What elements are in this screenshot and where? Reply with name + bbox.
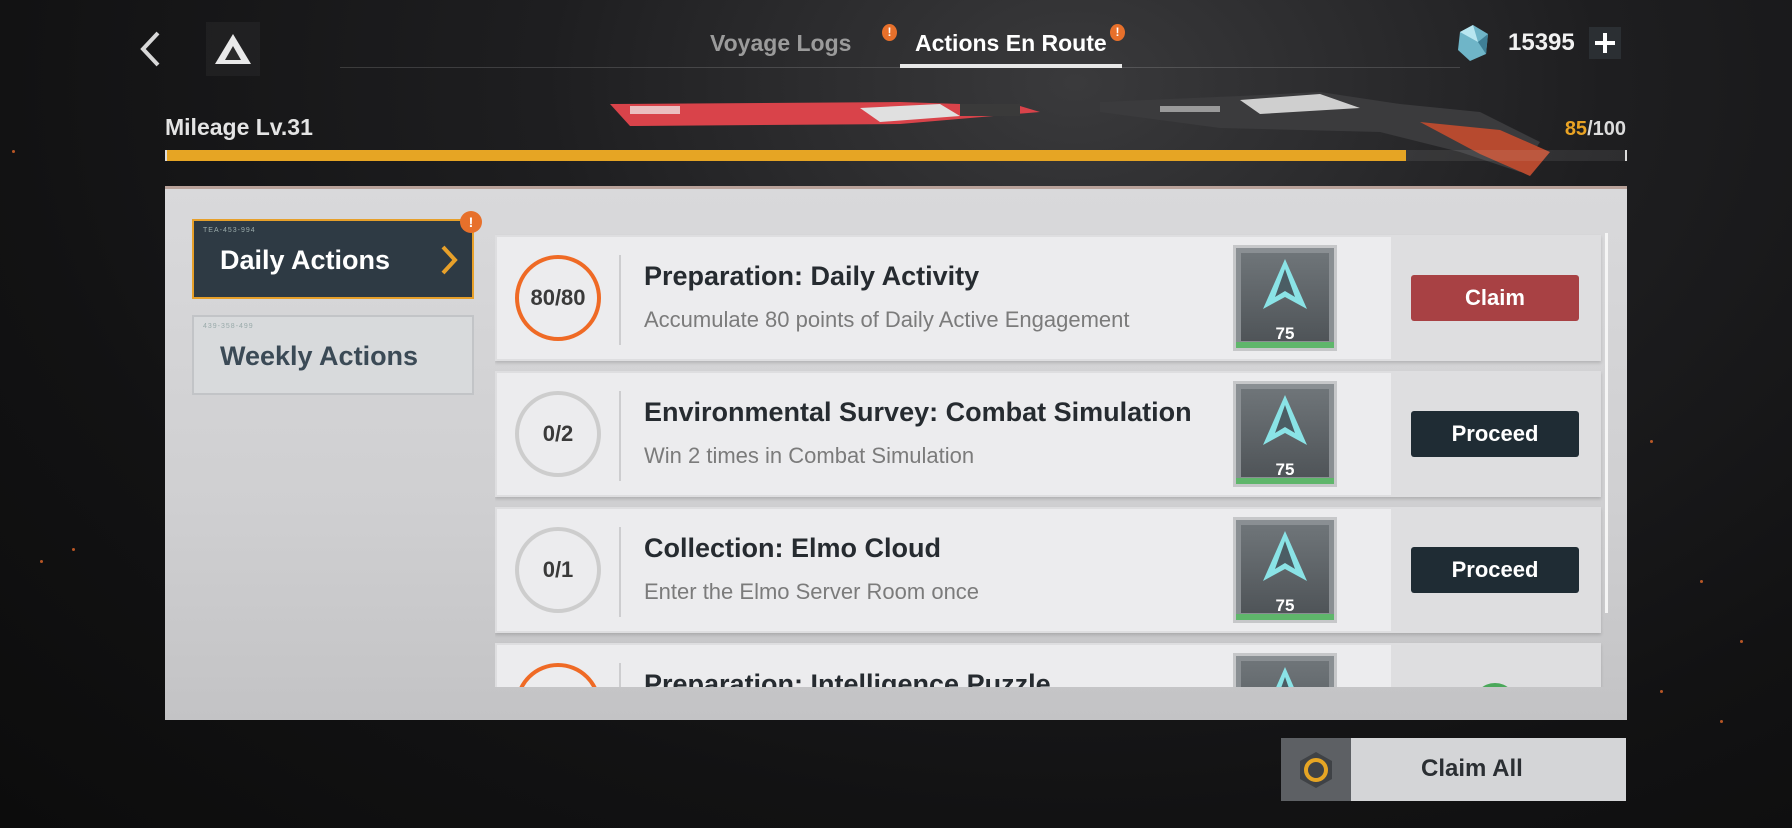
task-row: 0/2 Environmental Survey: Combat Simulat…	[495, 371, 1601, 497]
task-title: Collection: Elmo Cloud	[644, 533, 941, 563]
task-action-area: Proceed	[1391, 373, 1599, 495]
back-button[interactable]	[124, 22, 178, 76]
claim-all-button[interactable]: Claim All	[1281, 738, 1626, 801]
mileage-count: 85/100	[1565, 118, 1626, 141]
task-reward[interactable]	[1233, 653, 1337, 687]
triangle-logo-icon	[215, 34, 251, 64]
crystal-icon	[1458, 25, 1488, 61]
sidebar-item-daily-actions[interactable]: TEA-453-994 Daily Actions	[192, 219, 474, 299]
mileage-max: /100	[1587, 118, 1626, 140]
proceed-button[interactable]: Proceed	[1411, 411, 1579, 457]
tab-actions-en-route[interactable]: Actions En Route	[915, 30, 1107, 57]
task-description: Win 2 times in Combat Simulation	[644, 443, 975, 468]
daily-actions-alert-icon: !	[460, 211, 482, 233]
task-title: Preparation: Daily Activity	[644, 261, 980, 291]
task-title: Preparation: Intelligence Puzzle	[644, 669, 1051, 687]
reward-quantity: 75	[1275, 324, 1295, 343]
sidebar-item-label: Weekly Actions	[220, 341, 419, 371]
actions-en-route-alert-icon: !	[1110, 24, 1125, 41]
tab-voyage-logs[interactable]: Voyage Logs	[710, 30, 851, 57]
task-description: Accumulate 80 points of Daily Active Eng…	[644, 307, 1130, 332]
actions-panel: TEA-453-994 Daily Actions ! 439-358-499 …	[165, 186, 1627, 720]
mileage-level: Mileage Lv.31	[165, 114, 313, 140]
task-title: Environmental Survey: Combat Simulation	[644, 397, 1192, 427]
reward-frame	[1241, 661, 1329, 687]
reward-quantity: 75	[1275, 596, 1295, 615]
reward-quantity: 75	[1275, 460, 1295, 479]
task-action-area	[1391, 645, 1599, 687]
task-progress-ring	[515, 663, 601, 687]
mileage-token-icon	[1263, 259, 1307, 309]
sidebar-item-weekly-actions[interactable]: 439-358-499 Weekly Actions	[192, 315, 474, 395]
task-divider	[619, 391, 621, 481]
voyage-logs-alert-icon: !	[882, 24, 897, 41]
proceed-button[interactable]: Proceed	[1411, 547, 1579, 593]
task-reward[interactable]: 75	[1233, 245, 1337, 351]
reward-rarity-bar	[1236, 614, 1334, 620]
claim-all-label: Claim All	[1421, 755, 1523, 782]
task-divider	[619, 663, 621, 687]
task-description: Enter the Elmo Server Room once	[644, 579, 980, 604]
weapons-artwork	[610, 92, 1550, 176]
claim-all-icon-box	[1281, 738, 1351, 801]
add-currency-button[interactable]	[1588, 27, 1621, 59]
claim-button[interactable]: Claim	[1411, 275, 1579, 321]
mileage-token-icon	[1263, 531, 1307, 581]
sidebar-item-code: TEA-453-994	[203, 227, 256, 234]
hexagon-ring-icon	[1300, 751, 1332, 788]
task-list-scrollbar[interactable]	[1605, 233, 1608, 613]
task-reward[interactable]: 75	[1233, 517, 1337, 623]
mileage-token-icon	[1263, 395, 1307, 445]
currency-value: 15395	[1508, 29, 1575, 56]
task-list[interactable]: 80/80 Preparation: Daily Activity Accumu…	[495, 221, 1610, 687]
task-action-area: Claim	[1391, 237, 1599, 359]
currency-display: 15395	[1452, 20, 1621, 66]
top-tabs: Voyage Logs ! Actions En Route !	[340, 22, 1460, 68]
reward-rarity-bar	[1236, 478, 1334, 484]
task-action-area: Proceed	[1391, 509, 1599, 631]
task-row: 0/1 Collection: Elmo Cloud Enter the Elm…	[495, 507, 1601, 633]
sidebar-item-label: Daily Actions	[220, 245, 391, 275]
task-progress-ring: 0/2	[515, 391, 601, 477]
mileage-progress-fill	[167, 150, 1407, 161]
task-row: 80/80 Preparation: Daily Activity Accumu…	[495, 235, 1601, 361]
reward-rarity-bar	[1236, 342, 1334, 348]
sidebar-item-code: 439-358-499	[203, 323, 254, 330]
task-divider	[619, 527, 621, 617]
chevron-right-icon	[441, 245, 458, 275]
completed-check-icon	[1473, 683, 1517, 687]
active-tab-underline	[900, 64, 1122, 68]
tab-actions-en-route-label: Actions En Route	[915, 30, 1107, 56]
task-progress-ring: 80/80	[515, 255, 601, 341]
mileage-progress-bar	[165, 150, 1627, 161]
logo-button[interactable]	[206, 22, 260, 76]
task-progress-ring: 0/1	[515, 527, 601, 613]
mileage-current: 85	[1564, 118, 1588, 140]
task-row: Preparation: Intelligence Puzzle	[495, 643, 1601, 687]
plus-icon	[1594, 33, 1615, 53]
task-divider	[619, 255, 621, 345]
chevron-left-icon	[140, 31, 160, 67]
mileage-token-icon	[1276, 667, 1294, 687]
task-reward[interactable]: 75	[1233, 381, 1337, 487]
tab-voyage-logs-label: Voyage Logs	[710, 30, 852, 56]
